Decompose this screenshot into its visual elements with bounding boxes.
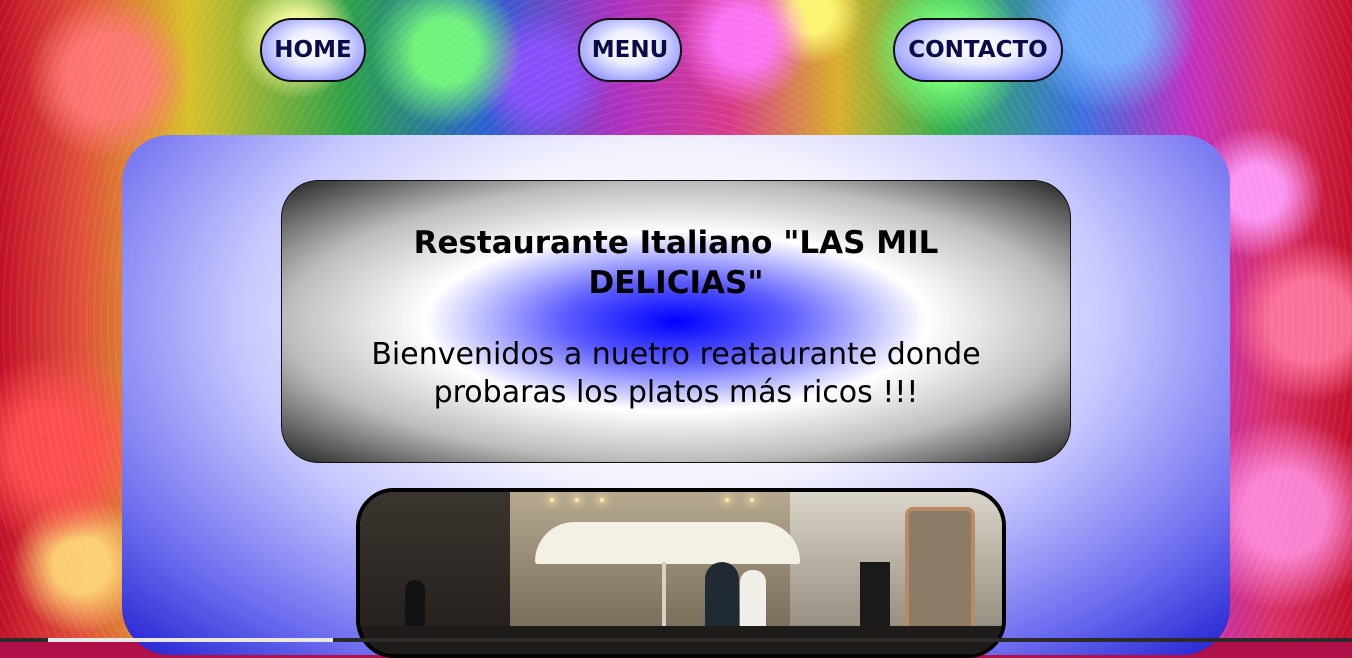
scrollbar-thumb[interactable] <box>48 638 333 642</box>
photo-string-light <box>575 498 579 502</box>
home-nav-button[interactable]: HOME <box>260 18 366 82</box>
photo-string-light <box>725 498 729 502</box>
photo-doorway-arch <box>705 562 739 632</box>
horizontal-scrollbar[interactable] <box>0 638 1352 642</box>
contacto-nav-button[interactable]: CONTACTO <box>893 18 1063 82</box>
photo-string-light <box>750 498 754 502</box>
welcome-banner: Restaurante Italiano "LAS MIL DELICIAS" … <box>281 180 1071 463</box>
restaurant-photo <box>356 488 1006 658</box>
photo-string-light <box>600 498 604 502</box>
restaurant-title: Restaurante Italiano "LAS MIL DELICIAS" <box>413 225 939 301</box>
photo-umbrella <box>535 522 800 564</box>
menu-nav-button[interactable]: MENU <box>578 18 682 82</box>
photo-string-light <box>550 498 554 502</box>
welcome-text: Bienvenidos a nuetro reataurante donde p… <box>371 337 981 410</box>
